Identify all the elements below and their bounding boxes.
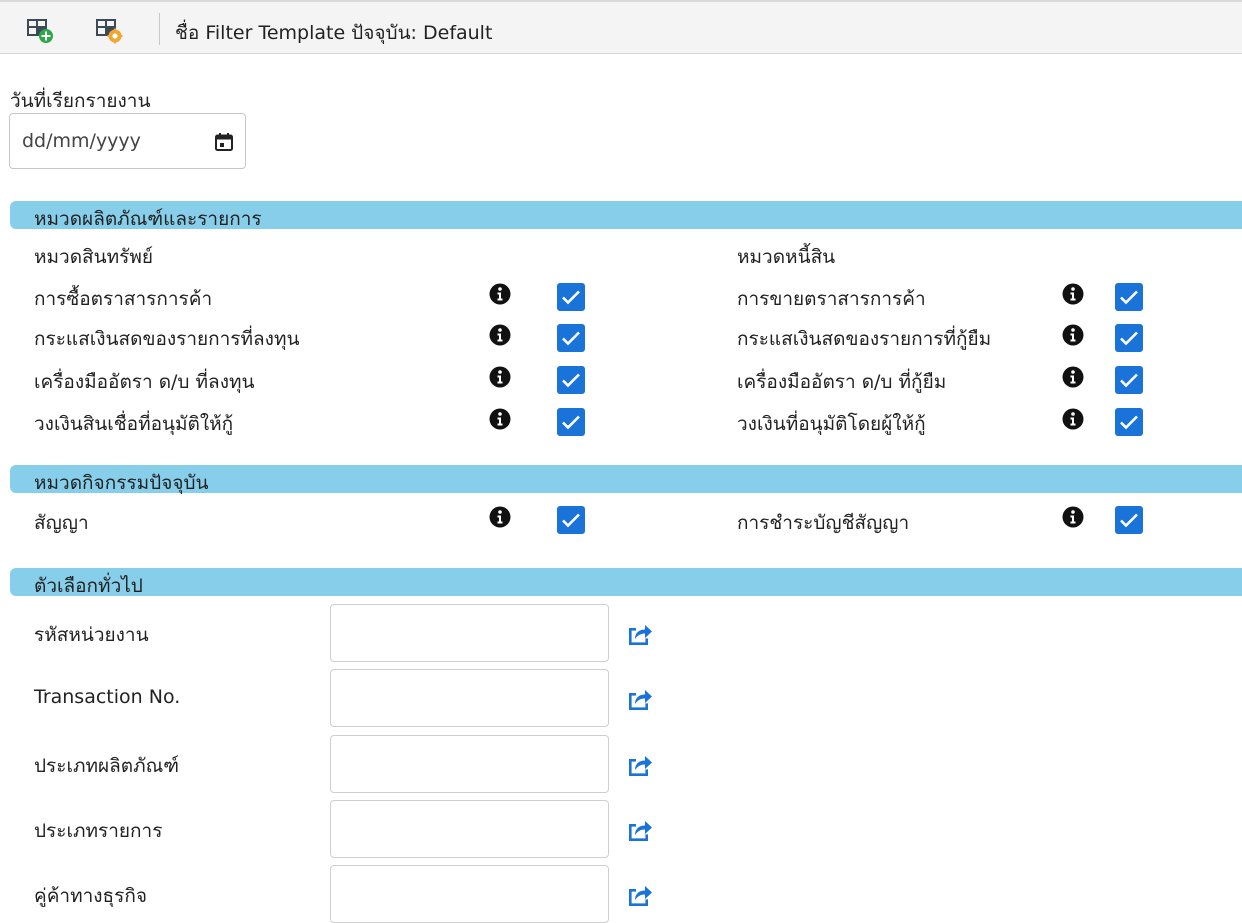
liability-item-label: วงเงินที่อนุมัติโดยผู้ให้กู้ — [737, 413, 926, 435]
checkbox[interactable] — [557, 283, 585, 311]
check-icon — [562, 513, 580, 528]
template-title: ชื่อ Filter Template ปัจจุบัน: Default — [175, 22, 493, 44]
checkbox[interactable] — [1115, 366, 1143, 394]
info-icon[interactable] — [1062, 324, 1084, 346]
activity-section-header: หมวดกิจกรรมปัจจุบัน — [10, 465, 1242, 494]
transaction-type-input[interactable] — [330, 800, 609, 858]
checkbox[interactable] — [557, 408, 585, 436]
asset-item-label: การซื้อตราสารการค้า — [34, 288, 213, 310]
share-select-icon[interactable] — [627, 688, 653, 710]
activity-item-label: การชำระบัญชีสัญญา — [737, 512, 910, 534]
info-icon[interactable] — [489, 366, 511, 388]
info-icon[interactable] — [1062, 408, 1084, 430]
checkbox[interactable] — [557, 324, 585, 352]
checkbox[interactable] — [1115, 324, 1143, 352]
info-icon[interactable] — [1062, 366, 1084, 388]
unit-code-input[interactable] — [330, 604, 609, 662]
info-icon[interactable] — [489, 408, 511, 430]
product-section-header: หมวดผลิตภัณฑ์และรายการ — [10, 201, 1242, 230]
transaction-no-input[interactable] — [330, 669, 609, 727]
check-icon — [1120, 331, 1138, 346]
check-icon — [562, 415, 580, 430]
field-label: รหัสหน่วยงาน — [34, 624, 149, 646]
liabilities-group-title: หมวดหนี้สิน — [737, 246, 836, 268]
activity-section-title: หมวดกิจกรรมปัจจุบัน — [34, 472, 209, 494]
info-icon[interactable] — [489, 324, 511, 346]
share-select-icon[interactable] — [627, 884, 653, 906]
checkbox[interactable] — [1115, 283, 1143, 311]
info-icon[interactable] — [489, 506, 511, 528]
product-type-input[interactable] — [330, 735, 609, 793]
assets-group-title: หมวดสินทรัพย์ — [34, 246, 154, 268]
table-settings-icon[interactable] — [94, 16, 124, 44]
check-icon — [562, 331, 580, 346]
report-date-input[interactable] — [11, 115, 192, 167]
field-label: คู่ค้าทางธุรกิจ — [34, 885, 147, 907]
calendar-icon[interactable] — [215, 133, 233, 151]
general-section-header: ตัวเลือกทั่วไป — [10, 568, 1242, 597]
share-select-icon[interactable] — [627, 623, 653, 645]
checkbox[interactable] — [1115, 506, 1143, 534]
share-select-icon[interactable] — [627, 819, 653, 841]
asset-item-label: เครื่องมืออัตรา ด/บ ที่ลงทุน — [34, 371, 255, 393]
report-date-label: วันที่เรียกรายงาน — [10, 90, 151, 112]
checkbox[interactable] — [1115, 408, 1143, 436]
field-label: ประเภทผลิตภัณฑ์ — [34, 755, 180, 777]
info-icon[interactable] — [1062, 283, 1084, 305]
product-section-title: หมวดผลิตภัณฑ์และรายการ — [34, 208, 262, 230]
info-icon[interactable] — [1062, 506, 1084, 528]
checkbox[interactable] — [557, 366, 585, 394]
share-select-icon[interactable] — [627, 754, 653, 776]
asset-item-label: วงเงินสินเชื่อที่อนุมัติให้กู้ — [34, 413, 234, 435]
report-date-field[interactable] — [9, 113, 246, 169]
asset-item-label: กระแสเงินสดของรายการที่ลงทุน — [34, 328, 300, 350]
liability-item-label: เครื่องมืออัตรา ด/บ ที่กู้ยืม — [737, 371, 947, 393]
check-icon — [1120, 513, 1138, 528]
field-label: Transaction No. — [34, 686, 181, 708]
info-icon[interactable] — [489, 283, 511, 305]
check-icon — [1120, 373, 1138, 388]
add-table-icon[interactable] — [25, 16, 55, 44]
general-section-title: ตัวเลือกทั่วไป — [34, 575, 143, 597]
toolbar: ชื่อ Filter Template ปัจจุบัน: Default — [0, 0, 1242, 54]
check-icon — [562, 290, 580, 305]
check-icon — [1120, 290, 1138, 305]
business-partner-input[interactable] — [330, 865, 609, 923]
checkbox[interactable] — [557, 506, 585, 534]
liability-item-label: การขายตราสารการค้า — [737, 288, 926, 310]
field-label: ประเภทรายการ — [34, 820, 163, 842]
check-icon — [1120, 415, 1138, 430]
toolbar-separator — [159, 13, 160, 45]
check-icon — [562, 373, 580, 388]
activity-item-label: สัญญา — [34, 512, 89, 534]
liability-item-label: กระแสเงินสดของรายการที่กู้ยืม — [737, 328, 992, 350]
